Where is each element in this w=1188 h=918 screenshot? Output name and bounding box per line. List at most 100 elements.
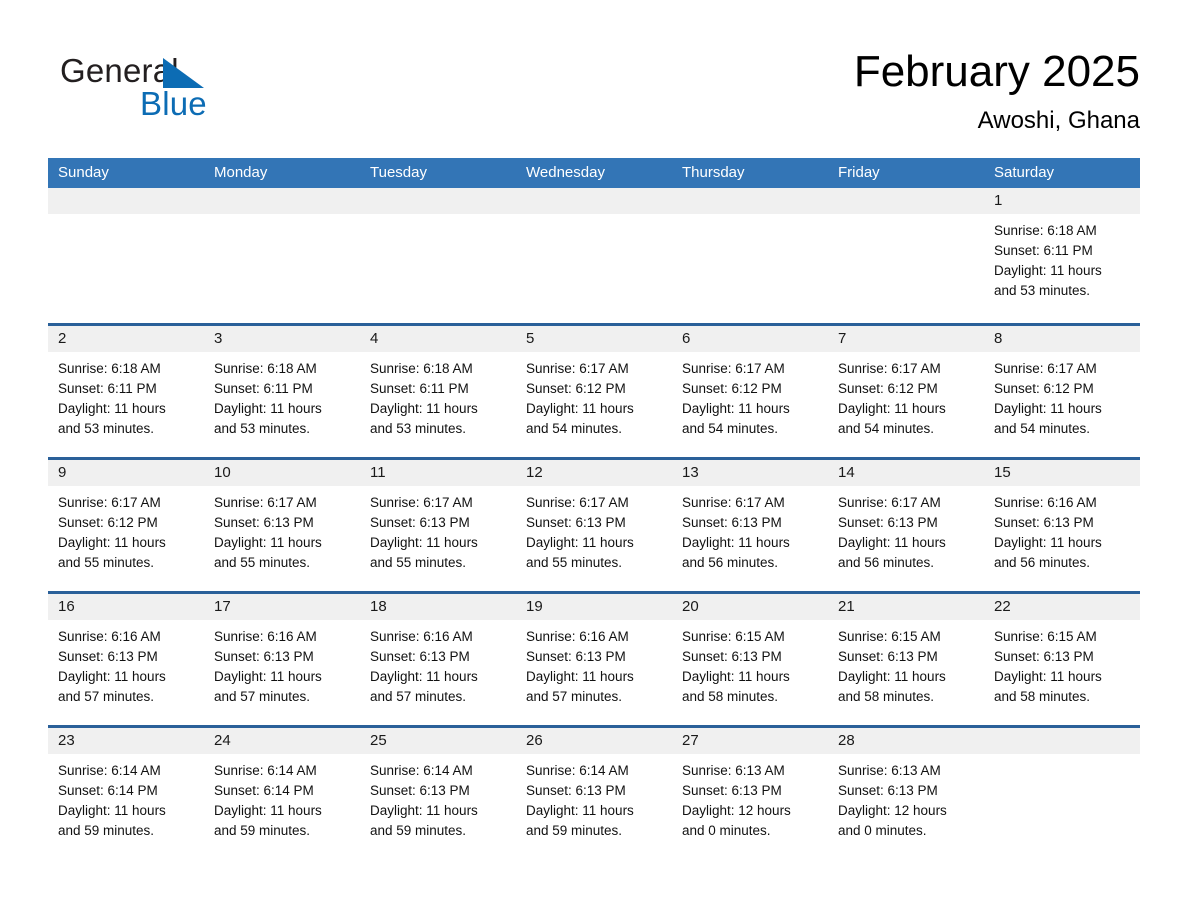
day-cell[interactable]: 21 Sunrise: 6:15 AM Sunset: 6:13 PM Dayl…	[828, 594, 984, 725]
day-cell[interactable]: 7 Sunrise: 6:17 AM Sunset: 6:12 PM Dayli…	[828, 326, 984, 457]
sunset-text: Sunset: 6:13 PM	[838, 515, 938, 530]
day-cell[interactable]: 13 Sunrise: 6:17 AM Sunset: 6:13 PM Dayl…	[672, 460, 828, 591]
day-cell[interactable]: 12 Sunrise: 6:17 AM Sunset: 6:13 PM Dayl…	[516, 460, 672, 591]
day-cell[interactable]: 25 Sunrise: 6:14 AM Sunset: 6:13 PM Dayl…	[360, 728, 516, 859]
sunset-text: Sunset: 6:13 PM	[838, 783, 938, 798]
week-row: 23 Sunrise: 6:14 AM Sunset: 6:14 PM Dayl…	[48, 725, 1140, 859]
page-title: February 2025	[853, 47, 1140, 96]
daylight-text-cont: and 54 minutes.	[526, 421, 623, 436]
daylight-text: Daylight: 11 hours	[526, 401, 634, 416]
day-number	[828, 188, 984, 214]
day-cell[interactable]: 14 Sunrise: 6:17 AM Sunset: 6:13 PM Dayl…	[828, 460, 984, 591]
day-cell[interactable]: 9 Sunrise: 6:17 AM Sunset: 6:12 PM Dayli…	[48, 460, 204, 591]
day-cell[interactable]: 18 Sunrise: 6:16 AM Sunset: 6:13 PM Dayl…	[360, 594, 516, 725]
day-number: 10	[204, 460, 360, 486]
day-cell[interactable]: 16 Sunrise: 6:16 AM Sunset: 6:13 PM Dayl…	[48, 594, 204, 725]
day-cell[interactable]: 5 Sunrise: 6:17 AM Sunset: 6:12 PM Dayli…	[516, 326, 672, 457]
day-cell[interactable]: 27 Sunrise: 6:13 AM Sunset: 6:13 PM Dayl…	[672, 728, 828, 859]
daylight-text: Daylight: 12 hours	[838, 803, 947, 818]
day-cell[interactable]	[672, 188, 828, 323]
day-cell[interactable]: 1 Sunrise: 6:18 AM Sunset: 6:11 PM Dayli…	[984, 188, 1140, 323]
daylight-text: Daylight: 11 hours	[994, 401, 1102, 416]
sunrise-text: Sunrise: 6:15 AM	[994, 629, 1097, 644]
day-number: 15	[984, 460, 1140, 486]
day-cell[interactable]	[360, 188, 516, 323]
day-details: Sunrise: 6:17 AM Sunset: 6:13 PM Dayligh…	[360, 486, 516, 573]
day-cell[interactable]: 3 Sunrise: 6:18 AM Sunset: 6:11 PM Dayli…	[204, 326, 360, 457]
day-cell[interactable]	[828, 188, 984, 323]
sunset-text: Sunset: 6:12 PM	[838, 381, 938, 396]
daylight-text-cont: and 54 minutes.	[682, 421, 779, 436]
daylight-text-cont: and 59 minutes.	[526, 823, 623, 838]
sunrise-text: Sunrise: 6:16 AM	[526, 629, 629, 644]
sunrise-text: Sunrise: 6:14 AM	[370, 763, 473, 778]
sunrise-text: Sunrise: 6:17 AM	[58, 495, 161, 510]
day-details: Sunrise: 6:15 AM Sunset: 6:13 PM Dayligh…	[828, 620, 984, 707]
day-cell[interactable]: 15 Sunrise: 6:16 AM Sunset: 6:13 PM Dayl…	[984, 460, 1140, 591]
day-cell[interactable]: 10 Sunrise: 6:17 AM Sunset: 6:13 PM Dayl…	[204, 460, 360, 591]
sunrise-text: Sunrise: 6:17 AM	[682, 495, 785, 510]
day-number	[360, 188, 516, 214]
day-number	[48, 188, 204, 214]
daylight-text-cont: and 53 minutes.	[214, 421, 311, 436]
day-details: Sunrise: 6:14 AM Sunset: 6:13 PM Dayligh…	[360, 754, 516, 841]
logo-text-blue: Blue	[140, 85, 207, 122]
day-cell[interactable]: 11 Sunrise: 6:17 AM Sunset: 6:13 PM Dayl…	[360, 460, 516, 591]
day-cell[interactable]	[984, 728, 1140, 859]
day-number: 17	[204, 594, 360, 620]
day-number: 8	[984, 326, 1140, 352]
daylight-text-cont: and 58 minutes.	[994, 689, 1091, 704]
sunrise-text: Sunrise: 6:16 AM	[214, 629, 317, 644]
day-cell[interactable]	[48, 188, 204, 323]
day-number	[204, 188, 360, 214]
day-cell[interactable]: 19 Sunrise: 6:16 AM Sunset: 6:13 PM Dayl…	[516, 594, 672, 725]
daylight-text-cont: and 56 minutes.	[994, 555, 1091, 570]
sunrise-text: Sunrise: 6:16 AM	[58, 629, 161, 644]
day-details: Sunrise: 6:13 AM Sunset: 6:13 PM Dayligh…	[828, 754, 984, 841]
day-number: 6	[672, 326, 828, 352]
daylight-text-cont: and 57 minutes.	[526, 689, 623, 704]
day-cell[interactable]: 6 Sunrise: 6:17 AM Sunset: 6:12 PM Dayli…	[672, 326, 828, 457]
weekday-header-tuesday: Tuesday	[370, 164, 427, 181]
sunset-text: Sunset: 6:13 PM	[370, 515, 470, 530]
day-cell[interactable]: 28 Sunrise: 6:13 AM Sunset: 6:13 PM Dayl…	[828, 728, 984, 859]
day-number: 20	[672, 594, 828, 620]
day-details: Sunrise: 6:17 AM Sunset: 6:12 PM Dayligh…	[984, 352, 1140, 439]
day-cell[interactable]: 20 Sunrise: 6:15 AM Sunset: 6:13 PM Dayl…	[672, 594, 828, 725]
sunrise-text: Sunrise: 6:14 AM	[58, 763, 161, 778]
day-number: 26	[516, 728, 672, 754]
day-cell[interactable]	[204, 188, 360, 323]
sunrise-text: Sunrise: 6:18 AM	[58, 361, 161, 376]
sunset-text: Sunset: 6:12 PM	[58, 515, 158, 530]
week-row: 9 Sunrise: 6:17 AM Sunset: 6:12 PM Dayli…	[48, 457, 1140, 591]
daylight-text: Daylight: 11 hours	[58, 803, 166, 818]
day-details: Sunrise: 6:15 AM Sunset: 6:13 PM Dayligh…	[984, 620, 1140, 707]
daylight-text: Daylight: 11 hours	[214, 669, 322, 684]
day-cell[interactable]: 24 Sunrise: 6:14 AM Sunset: 6:14 PM Dayl…	[204, 728, 360, 859]
daylight-text: Daylight: 11 hours	[838, 535, 946, 550]
daylight-text-cont: and 58 minutes.	[682, 689, 779, 704]
day-cell[interactable]	[516, 188, 672, 323]
daylight-text-cont: and 58 minutes.	[838, 689, 935, 704]
daylight-text-cont: and 0 minutes.	[838, 823, 927, 838]
sunset-text: Sunset: 6:13 PM	[370, 649, 470, 664]
sunrise-text: Sunrise: 6:15 AM	[682, 629, 785, 644]
general-blue-logo[interactable]: General Blue	[60, 52, 320, 128]
day-cell[interactable]: 22 Sunrise: 6:15 AM Sunset: 6:13 PM Dayl…	[984, 594, 1140, 725]
daylight-text-cont: and 59 minutes.	[370, 823, 467, 838]
day-cell[interactable]: 23 Sunrise: 6:14 AM Sunset: 6:14 PM Dayl…	[48, 728, 204, 859]
day-cell[interactable]: 8 Sunrise: 6:17 AM Sunset: 6:12 PM Dayli…	[984, 326, 1140, 457]
day-details: Sunrise: 6:14 AM Sunset: 6:14 PM Dayligh…	[204, 754, 360, 841]
weekday-header-sunday: Sunday	[58, 164, 109, 181]
day-number: 7	[828, 326, 984, 352]
sunrise-text: Sunrise: 6:17 AM	[994, 361, 1097, 376]
day-cell[interactable]: 2 Sunrise: 6:18 AM Sunset: 6:11 PM Dayli…	[48, 326, 204, 457]
day-details: Sunrise: 6:14 AM Sunset: 6:13 PM Dayligh…	[516, 754, 672, 841]
sunrise-text: Sunrise: 6:17 AM	[838, 361, 941, 376]
daylight-text-cont: and 55 minutes.	[526, 555, 623, 570]
day-cell[interactable]: 26 Sunrise: 6:14 AM Sunset: 6:13 PM Dayl…	[516, 728, 672, 859]
day-cell[interactable]: 17 Sunrise: 6:16 AM Sunset: 6:13 PM Dayl…	[204, 594, 360, 725]
weekday-header-saturday: Saturday	[994, 164, 1055, 181]
day-details: Sunrise: 6:16 AM Sunset: 6:13 PM Dayligh…	[516, 620, 672, 707]
day-cell[interactable]: 4 Sunrise: 6:18 AM Sunset: 6:11 PM Dayli…	[360, 326, 516, 457]
